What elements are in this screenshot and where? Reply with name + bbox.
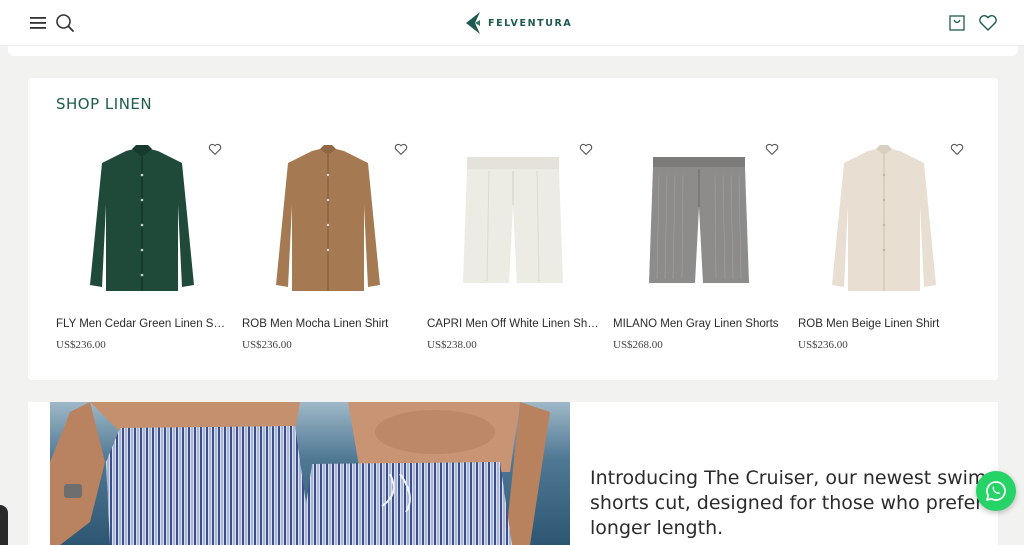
section-title: SHOP LINEN bbox=[56, 95, 153, 113]
product-name[interactable]: ROB Men Beige Linen Shirt bbox=[798, 318, 970, 330]
product-image[interactable] bbox=[72, 140, 212, 300]
product-card[interactable]: MILANO Men Gray Linen Shorts US$268.00 bbox=[613, 140, 785, 360]
product-name[interactable]: CAPRI Men Off White Linen Shorts bbox=[427, 318, 599, 330]
wishlist-heart-icon[interactable] bbox=[950, 143, 966, 159]
brand-logo[interactable]: FELVENTURA bbox=[464, 10, 572, 36]
whatsapp-chat-button[interactable] bbox=[976, 471, 1016, 511]
heart-icon[interactable] bbox=[976, 11, 1000, 35]
cruiser-promo-banner: Introducing The Cruiser, our newest swim… bbox=[28, 402, 998, 545]
shop-linen-section: SHOP LINEN FLY Men Cedar Green Linen Shi… bbox=[28, 78, 998, 380]
product-card[interactable]: CAPRI Men Off White Linen Shorts US$238.… bbox=[427, 140, 599, 360]
product-price: US$236.00 bbox=[242, 339, 292, 351]
product-price: US$236.00 bbox=[798, 339, 848, 351]
product-card[interactable]: ROB Men Beige Linen Shirt US$236.00 bbox=[798, 140, 970, 360]
product-price: US$268.00 bbox=[613, 339, 663, 351]
promo-text: Introducing The Cruiser, our newest swim… bbox=[590, 467, 998, 539]
logo-mark-icon bbox=[466, 12, 480, 34]
hamburger-menu-icon[interactable] bbox=[26, 11, 50, 35]
wishlist-heart-icon[interactable] bbox=[579, 143, 595, 159]
product-image[interactable] bbox=[629, 140, 769, 300]
product-card[interactable]: ROB Men Mocha Linen Shirt US$236.00 bbox=[242, 140, 414, 360]
product-name[interactable]: FLY Men Cedar Green Linen Shirt bbox=[56, 318, 228, 330]
whatsapp-icon bbox=[986, 481, 1006, 501]
product-name[interactable]: ROB Men Mocha Linen Shirt bbox=[242, 318, 414, 330]
search-icon[interactable] bbox=[53, 11, 77, 35]
product-image[interactable] bbox=[258, 140, 398, 300]
product-card[interactable]: FLY Men Cedar Green Linen Shirt US$236.0… bbox=[56, 140, 228, 360]
promo-photo bbox=[50, 402, 570, 545]
product-price: US$238.00 bbox=[427, 339, 477, 351]
product-image[interactable] bbox=[814, 140, 954, 300]
logo-text: FELVENTURA bbox=[488, 17, 573, 29]
top-section-edge bbox=[8, 46, 1018, 56]
wishlist-heart-icon[interactable] bbox=[394, 143, 410, 159]
shopping-bag-icon[interactable] bbox=[945, 11, 969, 35]
wishlist-heart-icon[interactable] bbox=[208, 143, 224, 159]
window-edge bbox=[0, 505, 8, 545]
wishlist-heart-icon[interactable] bbox=[765, 143, 781, 159]
product-name[interactable]: MILANO Men Gray Linen Shorts bbox=[613, 318, 785, 330]
product-image[interactable] bbox=[443, 140, 583, 300]
site-header: FELVENTURA bbox=[0, 0, 1024, 46]
product-price: US$236.00 bbox=[56, 339, 106, 351]
